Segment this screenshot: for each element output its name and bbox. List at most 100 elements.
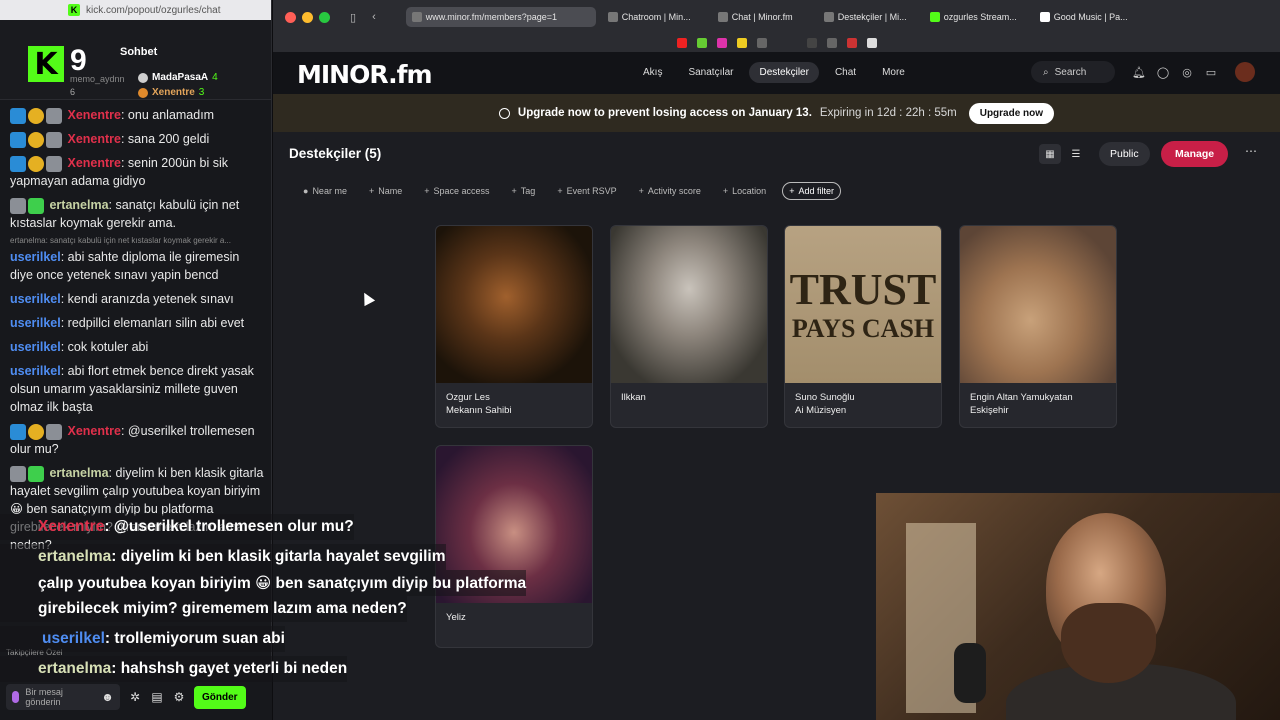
upgrade-now-button[interactable]: Upgrade now [968, 102, 1055, 124]
member-subtitle: Mekanın Sahibi [446, 405, 512, 416]
bell-icon[interactable]: 🔔︎ [1132, 66, 1146, 79]
search-input[interactable]: ⌕ Search [1031, 61, 1115, 83]
back-chevron-icon[interactable]: ‹ [372, 11, 376, 23]
subscriber-badge-icon [10, 197, 26, 214]
emote-menu-icon[interactable]: ✲ [128, 690, 142, 704]
overlay-message: ertanelma: hahshsh gayet yeterli bi nede… [0, 656, 348, 682]
chat-username[interactable]: Xenentre [67, 424, 121, 438]
chat-username[interactable]: Xenentre [67, 108, 121, 122]
add-filter-button[interactable]: + Add filter [782, 182, 841, 200]
list-view-icon[interactable]: ☰ [1065, 144, 1087, 164]
banner-expiry: Expiring in 12d : 22h : 55m [819, 107, 957, 119]
chat-username[interactable]: userilkel [10, 364, 61, 378]
chat-bubble-icon[interactable]: ◯ [1157, 66, 1169, 79]
subscriber-badge-icon [10, 465, 26, 482]
location-pin-icon: ● [303, 186, 309, 196]
member-card[interactable]: Engin Altan Yamukyatan Eskişehir [959, 225, 1117, 428]
chat-username[interactable]: Xenentre [67, 132, 121, 146]
close-window-icon[interactable] [285, 11, 296, 23]
overlay-message: çalıp youtubea koyan biriyim 😀 ben sanat… [0, 570, 527, 596]
filter-location[interactable]: + Location [717, 182, 772, 200]
patreon-favicon-icon [1039, 12, 1050, 22]
chat-message: userilkel: cok kotuler abi [10, 338, 264, 356]
chat-username[interactable]: userilkel [10, 340, 61, 354]
chat-username[interactable]: userilkel [10, 292, 61, 306]
chat-message: userilkel: abi flort etmek bence direkt … [10, 362, 264, 416]
tab-chat[interactable]: Chat | Minor.fm [712, 7, 812, 27]
plus-icon: + [789, 186, 795, 196]
bookmark-icon[interactable] [866, 38, 877, 48]
browser-tab-bar: ▯ ‹ www.minor.fm/members?page=1 Chatroom… [273, 0, 1280, 34]
filter-event-rsvp[interactable]: + Event RSVP [551, 182, 622, 200]
nav-sanatcilar[interactable]: Sanatçılar [678, 62, 743, 83]
nav-more[interactable]: More [872, 62, 915, 83]
settings-gear-icon[interactable]: ⚙ [172, 690, 186, 704]
chat-username[interactable]: ertanelma [49, 466, 108, 480]
messages-icon[interactable]: ◎ [1181, 66, 1193, 79]
filter-activity-score[interactable]: + Activity score [633, 182, 707, 200]
store-icon[interactable]: ▤ [150, 690, 164, 704]
emoji-icon[interactable]: ☻ [101, 690, 114, 704]
member-card[interactable]: Ozgur Les Mekanın Sahibi [435, 225, 593, 428]
sidebar-toggle-icon[interactable]: ▯ [350, 11, 356, 24]
member-card[interactable]: Ilkkan [610, 225, 768, 428]
tab-chatroom[interactable]: Chatroom | Min... [602, 7, 706, 27]
chat-message-input[interactable]: Bir mesaj gönderin ☻ [6, 684, 120, 710]
gift-badge-icon [28, 197, 44, 214]
reply-preview[interactable]: ertanelma: sanatçı kabulü için net kısta… [10, 236, 264, 246]
public-button[interactable]: Public [1099, 142, 1150, 166]
gifter-badge-icon [138, 87, 148, 98]
chat-username[interactable]: userilkel [10, 250, 61, 264]
maximize-window-icon[interactable] [319, 11, 330, 23]
filter-tag[interactable]: + Tag [506, 182, 542, 200]
bookmark-icon[interactable] [846, 38, 857, 48]
tab-good-music[interactable]: Good Music | Pa... [1034, 7, 1134, 27]
verified-badge-icon [10, 131, 26, 148]
minimize-window-icon[interactable] [302, 11, 313, 23]
avatar[interactable] [1235, 62, 1255, 82]
globe-bookmark-icon[interactable] [826, 38, 837, 48]
gifter-name: Xenentre [152, 87, 195, 98]
grid-view-icon[interactable]: ▦ [1039, 144, 1061, 164]
member-name: Engin Altan Yamukyatan [970, 392, 1073, 403]
more-options-icon[interactable]: ⋯ [1245, 144, 1257, 158]
youtube-bookmark-icon[interactable] [676, 38, 687, 48]
member-photo [611, 226, 767, 383]
overlay-message: Xenentre: @userilkel trollemesen olur mu… [0, 514, 354, 540]
overlay-text: çalıp youtubea koyan biriyim 😀 ben sanat… [38, 574, 527, 592]
chat-message: userilkel: kendi aranızda yetenek sınavı [10, 290, 264, 308]
gifter-row: MadaPasaA 4 [138, 72, 218, 83]
tab-address[interactable]: www.minor.fm/members?page=1 [405, 7, 596, 27]
overlay-username: userilkel [42, 630, 105, 647]
bookmark-icon[interactable]: ▭ [1205, 66, 1217, 79]
minor-fm-logo[interactable]: MINOR.fm [297, 60, 432, 89]
overlay-username: ertanelma [38, 548, 112, 565]
nav-chat[interactable]: Chat [825, 62, 866, 83]
subscriber-badge-icon [46, 107, 62, 124]
send-button[interactable]: Gönder [194, 685, 246, 709]
instagram-bookmark-icon[interactable] [716, 38, 727, 48]
gold-badge-icon [28, 107, 44, 124]
member-card[interactable]: TRUST PAYS CASH Suno Sunoğlu Ai Müzisyen [784, 225, 942, 428]
stream-chat-overlay: Xenentre: @userilkel trollemesen olur mu… [0, 512, 534, 684]
filter-space-access[interactable]: + Space access [418, 182, 495, 200]
chat-username[interactable]: Xenentre [67, 156, 121, 170]
banner-text: Upgrade now to prevent losing access on … [517, 107, 812, 119]
globe-bookmark-icon[interactable] [756, 38, 767, 48]
gifter-count: 3 [198, 87, 205, 98]
chat-username[interactable]: ertanelma [49, 198, 108, 212]
bookmark-icon[interactable] [806, 38, 817, 48]
manage-button[interactable]: Manage [1161, 141, 1229, 167]
tab-destekciler[interactable]: Destekçiler | Mi... [818, 7, 918, 27]
plus-icon: + [557, 186, 563, 196]
bookmark-icon[interactable] [696, 38, 707, 48]
chat-username[interactable]: userilkel [10, 316, 61, 330]
bookmark-icon[interactable] [736, 38, 747, 48]
filter-near-me[interactable]: ● Near me [297, 182, 353, 200]
tab-ozgurles-stream[interactable]: ozgurles Stream... [924, 7, 1028, 27]
nav-destekciler[interactable]: Destekçiler [749, 62, 819, 83]
nav-akis[interactable]: Akış [633, 62, 672, 83]
overlay-message: ertanelma: diyelim ki ben klasik gitarla… [0, 544, 446, 570]
filter-name[interactable]: + Name [363, 182, 408, 200]
plus-icon: + [368, 186, 375, 196]
